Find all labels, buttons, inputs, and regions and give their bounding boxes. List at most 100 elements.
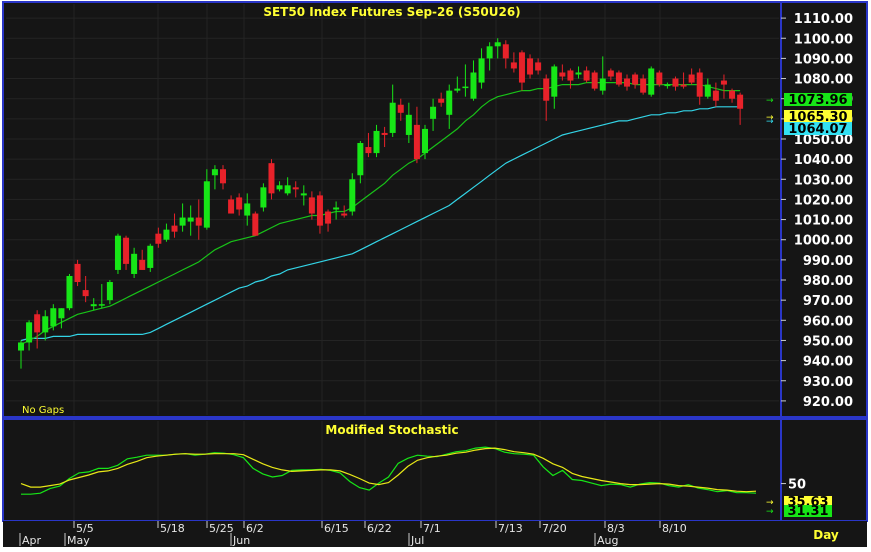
date-tick-label: 8/10 [662,522,687,535]
price-tick-label: 1030.00 [794,173,853,188]
month-tick-label: Aug [597,534,618,547]
price-candle [252,211,259,236]
candle-body [648,68,655,95]
price-tick-label: 920.00 [803,395,853,410]
price-tick-label: 1010.00 [794,214,853,229]
candle-body [624,78,630,87]
candle-body [381,132,388,135]
price-candle [114,233,121,274]
price-candle [147,243,154,272]
candle-body [236,197,243,210]
candle-body [66,275,73,309]
candle-body [656,72,663,85]
date-tick-label: 6/22 [367,522,392,535]
candle-body [527,58,534,75]
candle-body [486,46,493,59]
candle-body [494,42,501,47]
price-tick-label: 1090.00 [794,52,853,67]
candle-body [58,308,65,319]
candle-body [211,169,218,176]
month-tick-label: May [67,534,90,547]
last-value-arrow: → [766,117,774,127]
candle-body [591,72,598,89]
candle-body [454,88,461,91]
candle-body [696,72,703,97]
chart-canvas: 1110.001100.001090.001080.001070.001060.… [0,0,871,548]
candle-body [510,62,517,69]
last-value-arrow: → [766,507,774,517]
candle-body [470,72,477,99]
period-button-label[interactable]: Day [813,528,839,542]
candle-body [341,213,348,216]
price-panel [2,1,868,418]
candle-body [712,90,719,101]
candle-body [139,259,146,270]
price-tick-label: 1020.00 [794,193,853,208]
candle-body [640,78,647,93]
candle-body [680,84,687,87]
candle-body [131,253,138,274]
candle-body [373,130,380,154]
candle-body [90,304,97,307]
candle-body [98,304,105,306]
candle-body [34,314,41,333]
date-tick-label: 5/25 [209,522,234,535]
candle-body [543,78,550,101]
candle-body [365,147,372,154]
candle-body [599,78,606,91]
candle-body [18,342,24,351]
candle-body [357,143,364,176]
candle-body [567,70,574,81]
price-tick-label: 1000.00 [794,234,853,249]
candle-body [284,185,291,194]
candle-body [430,106,437,119]
price-tick-label: 960.00 [803,314,853,329]
price-candle [615,70,622,87]
date-tick-label: 5/18 [160,522,185,535]
price-tick-label: 940.00 [803,355,853,370]
price-tick-label: 950.00 [803,334,853,349]
price-tick-label: 930.00 [803,375,853,390]
candle-body [535,62,542,71]
candle-body [252,213,259,236]
candle-body [672,78,679,87]
date-tick-label: 7/20 [542,522,567,535]
price-tick-label: 1040.00 [794,153,853,168]
price-tick-label: 1080.00 [794,73,853,88]
price-candle [349,173,356,216]
candle-body [518,52,525,83]
candle-body [389,102,396,133]
candle-body [664,84,671,87]
stochastic-tick-label: 50 [788,478,806,493]
candle-body [551,66,558,97]
month-tick-label: Jun [232,534,250,547]
month-tick-label: Jul [410,534,424,547]
candle-body [478,58,485,83]
candle-body [688,74,695,83]
candle-body [195,217,202,226]
price-candle [260,183,267,212]
candle-body [155,233,162,244]
candle-body [50,308,57,327]
price-candle [268,159,275,200]
price-tick-label: 980.00 [803,274,853,289]
candle-body [244,203,251,216]
candle-body [405,114,412,135]
candle-body [308,197,315,214]
candle-body [26,322,33,343]
price-tick-label: 970.00 [803,294,853,309]
candle-body [446,90,453,115]
candle-body [502,44,509,59]
candle-body [228,199,235,214]
candle-body [276,185,283,190]
last-value-label: 1064.07 [788,122,847,137]
candle-body [163,229,170,240]
candle-body [220,169,226,184]
candle-body [737,94,744,109]
date-tick-label: 7/13 [498,522,523,535]
candle-body [607,70,614,77]
candle-body [720,80,727,85]
candle-body [462,86,469,89]
candle-body [316,195,323,226]
date-tick-label: 7/1 [423,522,441,535]
